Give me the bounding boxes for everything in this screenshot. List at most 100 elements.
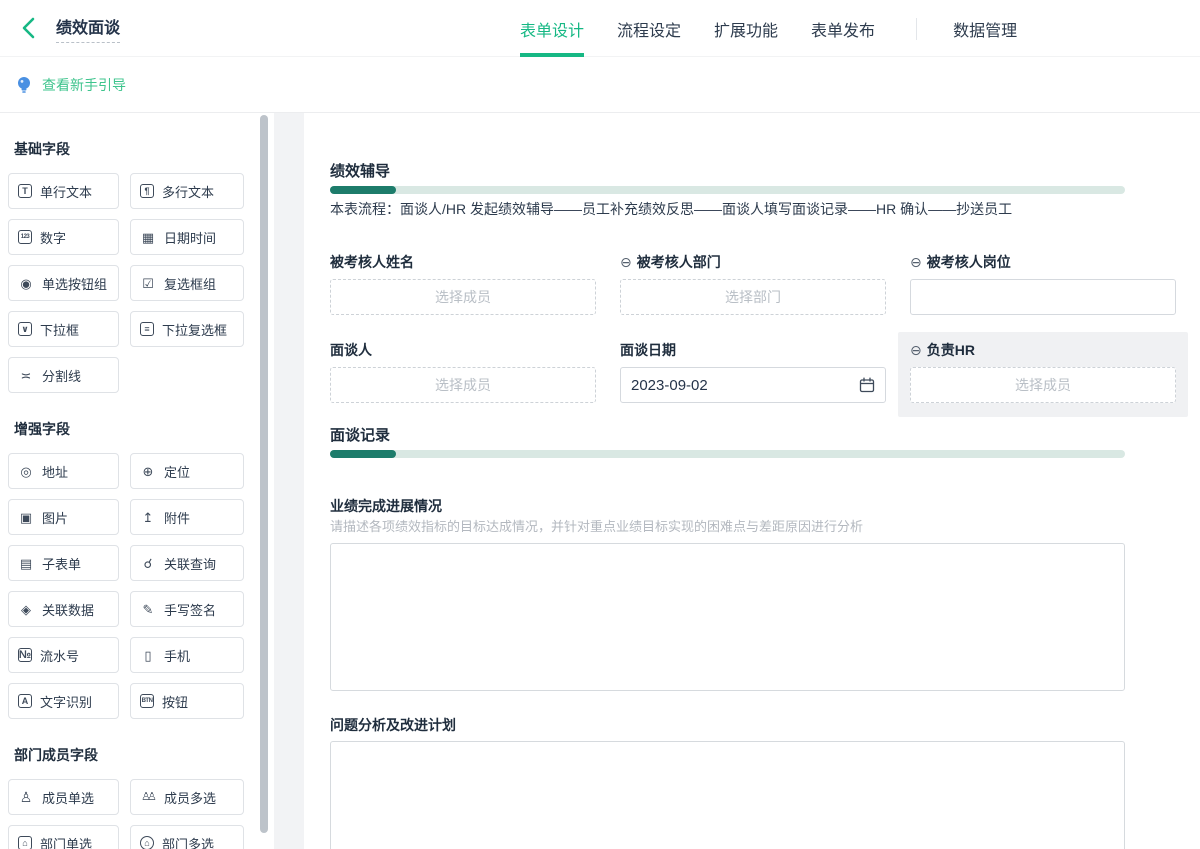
section-title-dept-member-fields: 部门成员字段 xyxy=(14,745,274,765)
sidebar-item-label: 手机 xyxy=(164,646,190,665)
sidebar-item-signature[interactable]: 手写签名 xyxy=(130,591,244,627)
linked-field-icon: ⊖ xyxy=(910,343,922,357)
sidebar-item-label: 子表单 xyxy=(42,554,81,573)
record-progress-fill xyxy=(330,450,396,458)
sidebar-item-label: 下拉复选框 xyxy=(162,320,227,339)
sidebar-item-button[interactable]: 按钮 xyxy=(130,683,244,719)
top-header: 绩效面谈 表单设计 流程设定 扩展功能 表单发布 数据管理 xyxy=(0,0,1200,57)
header-tabs: 表单设计 流程设定 扩展功能 表单发布 数据管理 xyxy=(520,0,1050,57)
member-picker[interactable]: 选择成员 xyxy=(330,279,596,315)
assessee-post-input[interactable] xyxy=(910,279,1176,315)
field-assessee-dept[interactable]: ⊖被考核人部门 选择部门 xyxy=(608,244,898,329)
sidebar-item-label: 按钮 xyxy=(162,692,188,711)
section-title-basic-fields: 基础字段 xyxy=(14,139,274,159)
field-interview-date[interactable]: 面谈日期 2023-09-02 xyxy=(608,332,898,417)
sidebar-item-label: 多行文本 xyxy=(162,182,214,201)
progress-review-textarea[interactable] xyxy=(330,543,1125,691)
coaching-progress-bar xyxy=(330,186,1125,194)
field-label: 被考核人部门 xyxy=(637,254,721,270)
sidebar-item-single-line-text[interactable]: 单行文本 xyxy=(8,173,119,209)
lightbulb-icon xyxy=(16,75,32,95)
sidebar-item-member-multi[interactable]: 成员多选 xyxy=(130,779,244,815)
field-label-progress-review: 业绩完成进展情况 xyxy=(330,498,1200,514)
sidebar-item-label: 部门单选 xyxy=(40,834,92,849)
radio-group-icon xyxy=(18,275,34,291)
sidebar-item-divider[interactable]: 分割线 xyxy=(8,357,119,393)
sidebar-item-related-query[interactable]: 关联查询 xyxy=(130,545,244,581)
linked-field-icon: ⊖ xyxy=(910,255,922,269)
sidebar-item-label: 定位 xyxy=(164,462,190,481)
divider-icon xyxy=(18,367,34,383)
field-grid: 被考核人姓名 选择成员 ⊖被考核人部门 选择部门 ⊖被考核人岗位 面谈人 选择成… xyxy=(318,244,1200,417)
member-multi-icon xyxy=(140,789,156,805)
field-label: 被考核人岗位 xyxy=(927,254,1011,270)
sidebar-item-label: 单行文本 xyxy=(40,182,92,201)
form-design-canvas: 绩效辅导 本表流程：面谈人/HR 发起绩效辅导——员工补充绩效反思——面谈人填写… xyxy=(304,113,1200,849)
sidebar-item-image[interactable]: 图片 xyxy=(8,499,119,535)
back-chevron-icon xyxy=(18,15,40,41)
field-interviewer[interactable]: 面谈人 选择成员 xyxy=(318,332,608,417)
date-picker[interactable]: 2023-09-02 xyxy=(620,367,886,403)
dept-picker[interactable]: 选择部门 xyxy=(620,279,886,315)
member-picker[interactable]: 选择成员 xyxy=(910,367,1176,403)
sidebar-item-attachment[interactable]: 附件 xyxy=(130,499,244,535)
sidebar-item-related-data[interactable]: 关联数据 xyxy=(8,591,119,627)
sidebar-item-radio-group[interactable]: 单选按钮组 xyxy=(8,265,119,301)
sidebar-item-label: 单选按钮组 xyxy=(42,274,107,293)
member-picker[interactable]: 选择成员 xyxy=(330,367,596,403)
sidebar-item-label: 下拉框 xyxy=(40,320,79,339)
related-data-icon xyxy=(18,601,34,617)
sidebar-item-subform[interactable]: 子表单 xyxy=(8,545,119,581)
related-query-icon xyxy=(140,555,156,571)
signature-icon xyxy=(140,601,156,617)
sidebar-item-number[interactable]: 数字 xyxy=(8,219,119,255)
sidebar-item-ocr[interactable]: 文字识别 xyxy=(8,683,119,719)
field-hr-owner[interactable]: ⊖负责HR 选择成员 xyxy=(898,332,1188,417)
view-beginner-guide-link[interactable]: 查看新手引导 xyxy=(42,75,126,95)
field-label: 面谈日期 xyxy=(620,342,886,358)
serial-number-icon xyxy=(18,648,32,662)
sidebar-item-dropdown-multiselect[interactable]: 下拉复选框 xyxy=(130,311,244,347)
image-icon xyxy=(18,509,34,525)
section-title-coaching: 绩效辅导 xyxy=(330,163,1200,181)
back-button[interactable] xyxy=(16,15,42,41)
tab-form-design[interactable]: 表单设计 xyxy=(520,0,584,57)
tab-form-publish[interactable]: 表单发布 xyxy=(811,0,875,57)
sidebar-item-checkbox-group[interactable]: 复选框组 xyxy=(130,265,244,301)
sidebar-item-member-single[interactable]: 成员单选 xyxy=(8,779,119,815)
sidebar-item-label: 手写签名 xyxy=(164,600,216,619)
tab-process-settings[interactable]: 流程设定 xyxy=(617,0,681,57)
sidebar-item-label: 附件 xyxy=(164,508,190,527)
field-label-improvement: 问题分析及改进计划 xyxy=(330,717,1200,733)
field-assessee-post[interactable]: ⊖ 被考核人岗位 xyxy=(898,244,1188,329)
sidebar-item-dropdown[interactable]: 下拉框 xyxy=(8,311,119,347)
sidebar-item-label: 关联查询 xyxy=(164,554,216,573)
field-label: 面谈人 xyxy=(330,342,596,358)
field-assessee-name[interactable]: 被考核人姓名 选择成员 xyxy=(318,244,608,329)
sidebar-item-mobile[interactable]: 手机 xyxy=(130,637,244,673)
tab-extended-features[interactable]: 扩展功能 xyxy=(714,0,778,57)
mobile-icon xyxy=(140,647,156,663)
sidebar-item-address[interactable]: 地址 xyxy=(8,453,119,489)
sidebar-item-datetime[interactable]: 日期时间 xyxy=(130,219,244,255)
record-progress-bar xyxy=(330,450,1125,458)
sidebar-item-label: 日期时间 xyxy=(164,228,216,247)
field-library-sidebar: 基础字段 单行文本 多行文本 数字 日期时间 单选按钮组 复选框组 下拉框 下拉… xyxy=(0,113,274,849)
sidebar-item-serial-number[interactable]: 流水号 xyxy=(8,637,119,673)
sidebar-item-multi-line-text[interactable]: 多行文本 xyxy=(130,173,244,209)
sidebar-item-label: 关联数据 xyxy=(42,600,94,619)
sidebar-item-location[interactable]: 定位 xyxy=(130,453,244,489)
canvas-gap xyxy=(274,113,304,849)
dept-multi-icon xyxy=(140,836,154,849)
sidebar-item-dept-multi[interactable]: 部门多选 xyxy=(130,825,244,849)
tab-data-management[interactable]: 数据管理 xyxy=(953,0,1017,57)
sidebar-item-label: 成员多选 xyxy=(164,788,216,807)
sidebar-item-dept-single[interactable]: 部门单选 xyxy=(8,825,119,849)
sidebar-scrollbar[interactable] xyxy=(260,115,268,833)
single-line-text-icon xyxy=(18,184,32,198)
form-title[interactable]: 绩效面谈 xyxy=(56,14,120,43)
sidebar-item-label: 成员单选 xyxy=(42,788,94,807)
sidebar-item-label: 图片 xyxy=(42,508,68,527)
improvement-textarea[interactable] xyxy=(330,741,1125,849)
sidebar-item-label: 流水号 xyxy=(40,646,79,665)
